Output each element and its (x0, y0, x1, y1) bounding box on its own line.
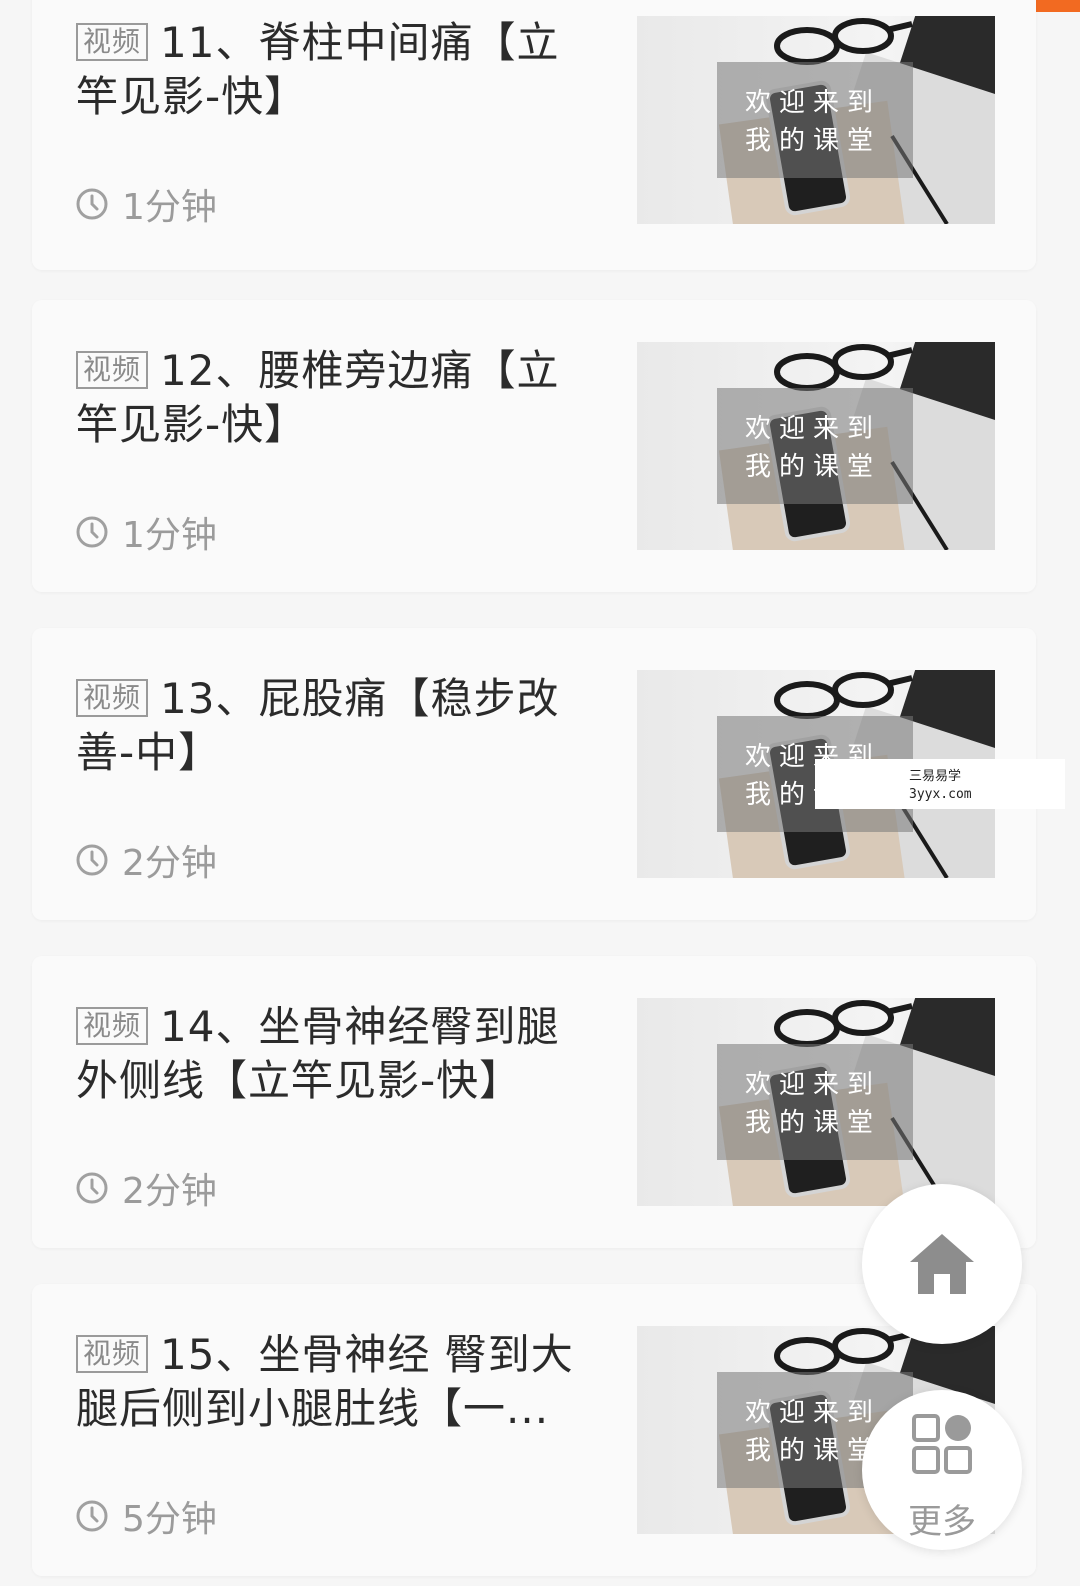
duration-text: 2分钟 (122, 843, 217, 884)
thumbnail-text-line1: 欢迎来到 (745, 88, 882, 118)
thumbnail-text-line1: 欢迎来到 (745, 414, 882, 444)
lesson-duration: 1分钟 (76, 184, 217, 228)
more-label: 更多 (908, 1502, 976, 1542)
lesson-duration: 5分钟 (76, 1496, 217, 1540)
lesson-title-text: 11、脊柱中间痛【立竿见影-快】 (76, 18, 560, 121)
clock-icon (76, 1500, 108, 1532)
clock-icon (76, 1172, 108, 1204)
clock-icon (76, 844, 108, 876)
grid-icon (912, 1414, 972, 1474)
clock-icon (76, 516, 108, 548)
lesson-card[interactable]: 视频 11、脊柱中间痛【立竿见影-快】 1分钟 欢迎来到 我的课堂 (32, 0, 1036, 270)
lesson-thumbnail[interactable]: 欢迎来到 我的课堂 (637, 16, 995, 224)
lesson-title: 视频 12、腰椎旁边痛【立竿见影-快】 (76, 344, 576, 452)
video-tag: 视频 (76, 1007, 149, 1045)
thumbnail-text-line2: 我的课堂 (745, 1108, 882, 1138)
clock-icon (76, 188, 108, 220)
lesson-list-page: 视频 11、脊柱中间痛【立竿见影-快】 1分钟 欢迎来到 我的课堂 视频 12、腰椎… (0, 0, 1080, 1586)
lesson-title: 视频 11、脊柱中间痛【立竿见影-快】 (76, 16, 576, 124)
video-tag: 视频 (76, 679, 149, 717)
lesson-title-text: 12、腰椎旁边痛【立竿见影-快】 (76, 346, 560, 449)
duration-text: 5分钟 (122, 1499, 217, 1540)
lesson-title: 视频 14、坐骨神经臀到腿外侧线【立竿见影-快】 (76, 1000, 576, 1108)
lesson-thumbnail[interactable]: 欢迎来到 我的课堂 (637, 998, 995, 1206)
video-tag: 视频 (76, 351, 149, 389)
lesson-card[interactable]: 视频 14、坐骨神经臀到腿外侧线【立竿见影-快】 2分钟 欢迎来到 我的课堂 (32, 956, 1036, 1248)
watermark-line1: 三易易学 (909, 769, 962, 784)
lesson-duration: 1分钟 (76, 512, 217, 556)
watermark-line2: 3yyx.com (909, 787, 972, 802)
lesson-thumbnail[interactable]: 欢迎来到 我的课堂 (637, 342, 995, 550)
lesson-title-text: 14、坐骨神经臀到腿外侧线【立竿见影-快】 (76, 1002, 560, 1105)
lesson-card[interactable]: 视频 12、腰椎旁边痛【立竿见影-快】 1分钟 欢迎来到 我的课堂 (32, 300, 1036, 592)
thumbnail-text-line1: 欢迎来到 (745, 1070, 882, 1100)
lesson-title-text: 13、屁股痛【稳步改善-中】 (76, 674, 560, 777)
thumbnail-text-line2: 我的课堂 (745, 126, 882, 156)
lesson-duration: 2分钟 (76, 840, 217, 884)
duration-text: 2分钟 (122, 1171, 217, 1212)
lesson-duration: 2分钟 (76, 1168, 217, 1212)
lesson-title: 视频 15、坐骨神经 臀到大腿后侧到小腿肚线【一... (76, 1328, 576, 1436)
duration-text: 1分钟 (122, 515, 217, 556)
home-icon (910, 1234, 974, 1294)
thumbnail-text-line1: 欢迎来到 (745, 1398, 882, 1428)
lesson-title-text: 15、坐骨神经 臀到大腿后侧到小腿肚线【一... (76, 1330, 574, 1433)
watermark: 三易易学 3yyx.com (815, 759, 1065, 809)
home-button[interactable] (862, 1184, 1022, 1344)
video-tag: 视频 (76, 1335, 149, 1373)
duration-text: 1分钟 (122, 187, 217, 228)
thumbnail-text-line2: 我的课堂 (745, 452, 882, 482)
video-tag: 视频 (76, 23, 149, 61)
more-button[interactable]: 更多 (862, 1390, 1022, 1550)
lesson-title: 视频 13、屁股痛【稳步改善-中】 (76, 672, 576, 780)
